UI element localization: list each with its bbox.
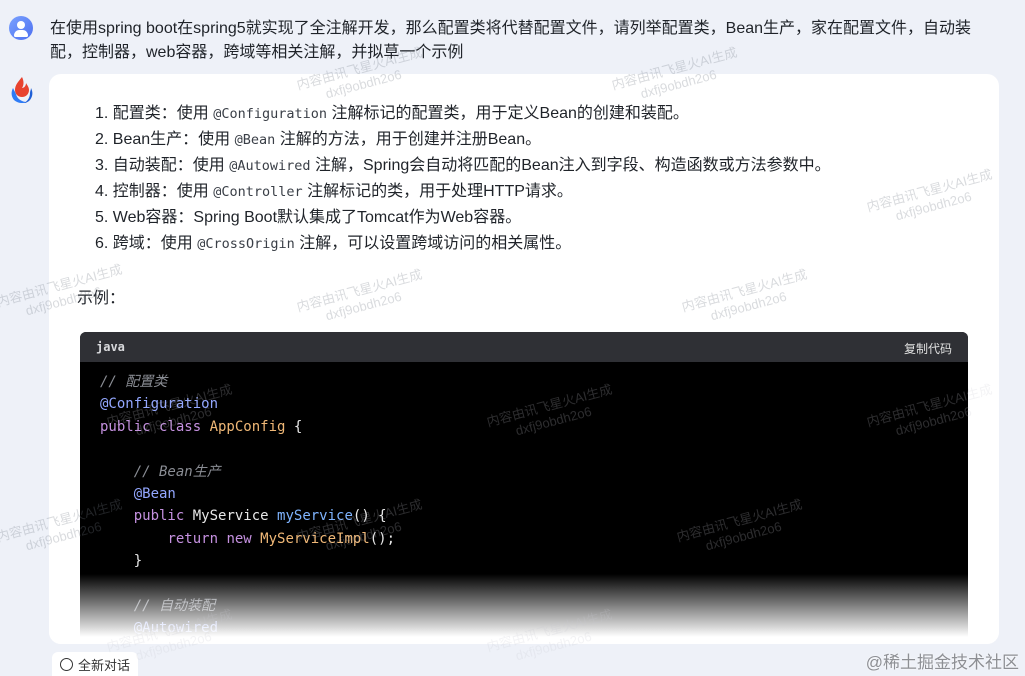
list-text: Web容器：Spring Boot默认集成了Tomcat作为Web容器。 <box>112 209 522 226</box>
code-block-header: java 复制代码 <box>80 332 968 362</box>
user-avatar-icon <box>9 16 33 40</box>
code-line: } <box>100 550 968 572</box>
code-line: public class AppConfig { <box>100 416 968 438</box>
chat-bubble-icon <box>60 657 73 671</box>
code-token: myService <box>277 508 353 525</box>
code-token: { <box>285 418 303 435</box>
list-number: 6. <box>95 235 109 252</box>
list-item: 1. 配置类：使用 @Configuration 注解标记的配置类，用于定义Be… <box>95 101 831 127</box>
code-token: @Bean <box>133 486 176 503</box>
code-token: @Configuration <box>100 396 219 413</box>
list-item: 5. Web容器：Spring Boot默认集成了Tomcat作为Web容器。 <box>95 205 831 231</box>
code-line: return new MyServiceImpl(); <box>100 528 968 550</box>
code-line: @Configuration <box>100 393 968 415</box>
list-number: 5. <box>95 209 109 226</box>
list-number: 4. <box>95 183 109 200</box>
inline-code: @Autowired <box>229 158 311 174</box>
code-token: public <box>133 508 193 525</box>
code-token: } <box>133 553 143 570</box>
list-text: Bean生产：使用 <box>112 131 231 148</box>
list-text: 配置类：使用 <box>112 105 209 122</box>
inline-code: @Configuration <box>213 106 328 122</box>
code-token: // 配置类 <box>100 374 168 390</box>
list-text: 注解，Spring会自动将匹配的Bean注入到字段、构造函数或方法参数中。 <box>315 157 831 174</box>
inline-code: @Controller <box>213 184 303 200</box>
new-chat-label: 全新对话 <box>78 657 131 673</box>
list-text: 跨域：使用 <box>112 235 193 252</box>
code-token: MyServiceImpl <box>260 530 370 547</box>
user-question-text: 在使用spring boot在spring5就实现了全注解开发，那么配置类将代替… <box>50 20 972 61</box>
code-token: () { <box>352 508 387 525</box>
code-token: (); <box>369 530 396 547</box>
new-chat-button[interactable]: 全新对话 <box>52 652 139 676</box>
code-token: public class <box>100 418 210 435</box>
list-text: 注解标记的类，用于处理HTTP请求。 <box>307 183 573 200</box>
spark-logo-icon <box>11 77 33 104</box>
list-text: 注解标记的配置类，用于定义Bean的创建和装配。 <box>331 105 689 122</box>
copy-code-button[interactable]: 复制代码 <box>904 340 952 357</box>
list-item: 3. 自动装配：使用 @Autowired 注解，Spring会自动将匹配的Be… <box>95 153 831 179</box>
list-text: 自动装配：使用 <box>112 157 225 174</box>
annotation-list: 1. 配置类：使用 @Configuration 注解标记的配置类，用于定义Be… <box>95 101 831 257</box>
bottom-fade <box>49 574 999 644</box>
list-number: 3. <box>95 157 109 174</box>
code-line: @Bean <box>100 483 968 505</box>
example-label: 示例： <box>77 290 126 307</box>
inline-code: @Bean <box>234 132 276 148</box>
code-line: // Bean生产 <box>100 461 968 483</box>
code-token: MyService <box>192 508 278 525</box>
list-text: 控制器：使用 <box>112 183 209 200</box>
list-text: 注解，可以设置跨域访问的相关属性。 <box>299 235 572 252</box>
code-token: return new <box>167 530 261 547</box>
list-text: 注解的方法，用于创建并注册Bean。 <box>279 131 542 148</box>
code-line: public MyService myService() { <box>100 505 968 527</box>
answer-card: 1. 配置类：使用 @Configuration 注解标记的配置类，用于定义Be… <box>49 74 999 644</box>
site-credit: @稀土掘金技术社区 <box>865 653 1019 672</box>
list-number: 1. <box>95 105 109 122</box>
list-number: 2. <box>95 131 109 148</box>
code-token: AppConfig <box>209 418 286 435</box>
code-token: // Bean生产 <box>133 463 221 480</box>
code-line: // 配置类 <box>100 371 968 393</box>
code-language: java <box>96 340 125 354</box>
list-item: 2. Bean生产：使用 @Bean 注解的方法，用于创建并注册Bean。 <box>95 127 831 153</box>
list-item: 6. 跨域：使用 @CrossOrigin 注解，可以设置跨域访问的相关属性。 <box>95 231 831 257</box>
list-item: 4. 控制器：使用 @Controller 注解标记的类，用于处理HTTP请求。 <box>95 179 831 205</box>
inline-code: @CrossOrigin <box>197 236 295 252</box>
